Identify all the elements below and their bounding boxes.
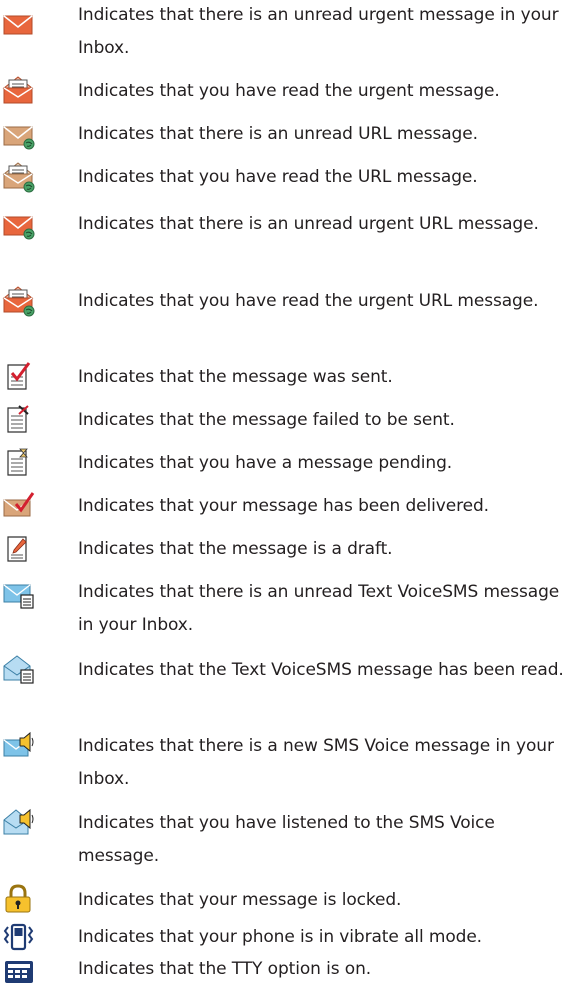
item-description: Indicates that your message has been del… (78, 496, 489, 516)
item-description: Indicates that you have a message pendin… (78, 453, 453, 473)
item-description: Indicates that the message failed to be … (78, 410, 455, 430)
message-pending-icon (2, 447, 36, 479)
envelope-url-unread-icon (2, 121, 36, 153)
message-icon-legend: Indicates that there is an unread urgent… (0, 0, 570, 989)
item-description: Indicates that the Text VoiceSMS message… (78, 660, 564, 680)
message-failed-icon (2, 404, 36, 436)
item-description: Indicates that there is a new SMS Voice … (78, 736, 554, 789)
lock-icon (2, 884, 36, 916)
item-description: Indicates that you have listened to the … (78, 813, 495, 866)
sms-voice-new-icon (2, 730, 36, 762)
item-description: Indicates that there is an unread Text V… (78, 582, 560, 635)
envelope-urgent-url-read-icon (2, 285, 36, 317)
envelope-url-read-icon (2, 161, 36, 193)
envelope-urgent-unread-icon (2, 10, 36, 42)
message-draft-icon (2, 533, 36, 565)
vibrate-icon (2, 921, 36, 953)
message-sent-icon (2, 361, 36, 393)
tty-icon (2, 955, 36, 987)
message-delivered-icon (2, 490, 36, 522)
item-description: Indicates that the TTY option is on. (78, 959, 372, 979)
item-description: Indicates that the message was sent. (78, 367, 393, 387)
item-description: Indicates that there is an unread URL me… (78, 124, 478, 144)
text-voicesms-unread-icon (2, 579, 36, 611)
item-description: Indicates that you have read the urgent … (78, 81, 500, 101)
item-description: Indicates that there is an unread urgent… (78, 5, 559, 58)
item-description: Indicates that the message is a draft. (78, 539, 393, 559)
envelope-urgent-url-unread-icon (2, 211, 36, 243)
item-description: Indicates that your message is locked. (78, 890, 402, 910)
item-description: Indicates that you have read the urgent … (78, 291, 539, 311)
item-description: Indicates that there is an unread urgent… (78, 214, 539, 234)
envelope-urgent-read-icon (2, 75, 36, 107)
sms-voice-listened-icon (2, 807, 36, 839)
text-voicesms-read-icon (2, 654, 36, 686)
item-description: Indicates that you have read the URL mes… (78, 167, 478, 187)
item-description: Indicates that your phone is in vibrate … (78, 927, 482, 947)
